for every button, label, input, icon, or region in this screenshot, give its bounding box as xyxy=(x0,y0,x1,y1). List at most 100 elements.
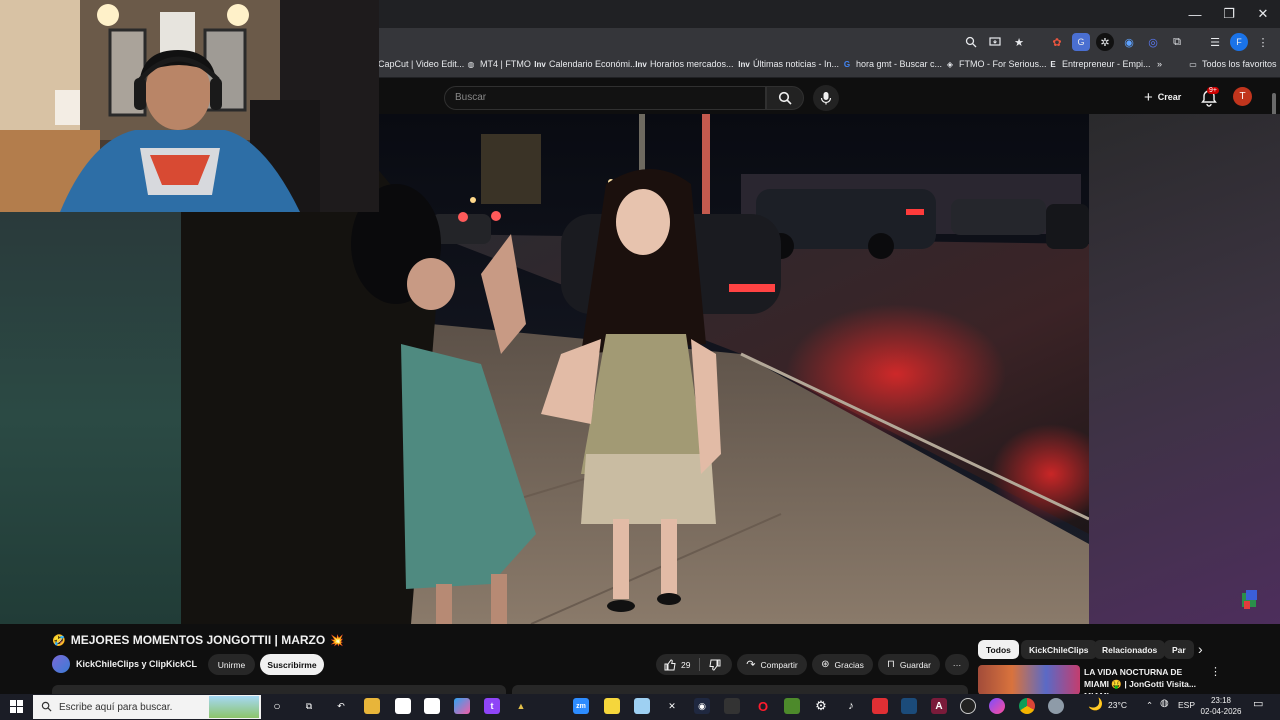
windows-start-icon[interactable] xyxy=(10,700,23,713)
channel-avatar[interactable] xyxy=(52,655,70,673)
inv-icon: Inv xyxy=(534,59,546,69)
all-favorites-folder[interactable]: ▭ Todos los favoritos xyxy=(1188,59,1276,69)
ftmo-icon: ◈ xyxy=(946,59,954,69)
google-icon: G xyxy=(843,59,851,69)
install-app-icon[interactable] xyxy=(986,33,1004,51)
bookmark-horarios[interactable]: Inv Horarios mercados... xyxy=(635,59,733,69)
account-avatar[interactable]: T xyxy=(1233,87,1252,106)
obs-icon[interactable] xyxy=(960,698,976,714)
search-highlight-icon xyxy=(209,696,259,718)
file-icon[interactable] xyxy=(395,698,411,714)
input-language[interactable]: ESP xyxy=(1178,700,1195,710)
profile-icon[interactable]: F xyxy=(1230,33,1248,51)
notification-center-icon[interactable]: ▭ xyxy=(1253,697,1263,710)
network-globe-icon[interactable]: ◍ xyxy=(1160,698,1169,709)
messenger-icon[interactable] xyxy=(989,698,1005,714)
weather-temperature[interactable]: 23°C xyxy=(1108,700,1127,710)
restore-button[interactable]: ❐ xyxy=(1212,0,1246,28)
sticky-notes-icon[interactable] xyxy=(604,698,620,714)
taskbar-app-icon[interactable] xyxy=(1048,698,1064,714)
capcut-icon[interactable]: ✕ xyxy=(664,698,680,714)
steam-icon[interactable] xyxy=(901,698,917,714)
bookmark-capcut[interactable]: CapCut | Video Edit... xyxy=(378,59,464,69)
extension-red-icon[interactable]: ✿ xyxy=(1048,33,1066,51)
extensions-puzzle-icon[interactable]: ⧉ xyxy=(1168,33,1186,51)
bookmark-mt4[interactable]: ◍ MT4 | FTMO xyxy=(466,59,531,69)
anydesk-icon[interactable] xyxy=(872,698,888,714)
clock-date: 02-04-2026 xyxy=(1200,707,1242,716)
minimize-button[interactable]: — xyxy=(1178,0,1212,28)
zoom-icon[interactable] xyxy=(962,33,980,51)
notes-icon[interactable] xyxy=(634,698,650,714)
taskbar-search-box[interactable]: Escribe aquí para buscar. xyxy=(33,695,261,719)
reading-list-icon[interactable]: ☰ xyxy=(1206,33,1224,51)
twitch-icon[interactable]: t xyxy=(484,698,500,714)
copilot-icon[interactable] xyxy=(454,698,470,714)
tray-chevron-icon[interactable]: ⌃ xyxy=(1146,700,1153,711)
like-icon[interactable] xyxy=(664,658,676,671)
chrome-icon[interactable] xyxy=(1019,698,1035,714)
more-actions-button[interactable]: ··· xyxy=(945,654,969,675)
bookmark-hora-gmt[interactable]: Ghora gmt - Buscar c... xyxy=(842,59,942,69)
create-button[interactable]: + Crear xyxy=(1136,86,1189,108)
notification-count-badge: 9+ xyxy=(1207,87,1219,94)
join-button[interactable]: Unirme xyxy=(208,654,255,675)
vpn-icon[interactable]: ◉ xyxy=(694,698,710,714)
search-button[interactable] xyxy=(766,86,804,110)
subscribe-button[interactable]: Suscribirme xyxy=(260,654,324,675)
recommendation-thumbnail[interactable] xyxy=(978,665,1080,695)
bookmark-entrepreneur[interactable]: E Entrepreneur - Empi... xyxy=(1048,59,1150,69)
extension-circle-icon[interactable]: ◎ xyxy=(1144,33,1162,51)
vortex-icon[interactable]: ▲ xyxy=(513,698,529,714)
miniplayer-logo-icon[interactable] xyxy=(1241,589,1258,611)
back-app-icon[interactable]: ↶ xyxy=(333,698,349,714)
dislike-icon[interactable] xyxy=(709,659,721,671)
weather-moon-icon[interactable]: 🌙 xyxy=(1088,697,1103,711)
webcam-feed xyxy=(0,0,379,212)
settings-gear-icon[interactable]: ⚙ xyxy=(813,698,829,714)
entrepreneur-icon: E xyxy=(1050,59,1056,69)
search-placeholder: Buscar xyxy=(455,92,487,103)
thanks-button[interactable]: ⊛ Gracias xyxy=(812,654,873,675)
close-button[interactable]: ✕ xyxy=(1246,0,1280,28)
save-button[interactable]: ⊓ Guardar xyxy=(878,654,940,675)
chip-kickchileclips[interactable]: KickChileClips xyxy=(1021,640,1097,659)
microphone-icon xyxy=(820,92,832,105)
bookmark-noticias[interactable]: Inv Últimas noticias - In... xyxy=(738,59,839,69)
chips-next-button[interactable]: › xyxy=(1198,641,1203,657)
translate-icon[interactable]: G xyxy=(1072,33,1090,51)
window-controls: — ❐ ✕ xyxy=(1178,0,1280,28)
thanks-icon: ⊛ xyxy=(821,659,830,670)
recommendation-menu-icon[interactable]: ⋮ xyxy=(1210,665,1221,678)
cortana-icon[interactable]: ○ xyxy=(269,698,285,714)
taskbar-search-placeholder: Escribe aquí para buscar. xyxy=(59,701,173,713)
chrome-menu-icon[interactable]: ⋮ xyxy=(1254,33,1272,51)
bookmark-ftmo[interactable]: ◈ FTMO - For Serious... xyxy=(945,59,1047,69)
folder-icon: ▭ xyxy=(1189,59,1197,69)
zoom-app-icon[interactable]: zm xyxy=(573,698,589,714)
document-icon[interactable] xyxy=(424,698,440,714)
like-count: 29 xyxy=(681,659,691,670)
share-button[interactable]: ↷ Compartir xyxy=(737,654,807,675)
app-icon[interactable] xyxy=(724,698,740,714)
extension-dark-icon[interactable]: ✲ xyxy=(1096,33,1114,51)
screen: — ❐ ✕ ★ ✿ G ✲ ◉ ◎ ⧉ ☰ F ⋮ CapCut | Video… xyxy=(0,0,1280,720)
more-bookmarks-button[interactable]: » xyxy=(1157,59,1162,69)
clock-time: 23:18 xyxy=(1210,696,1232,705)
channel-name[interactable]: KickChileClips y ClipKickCL xyxy=(76,659,197,669)
taskbar-clock[interactable]: 23:18 02-04-2026 xyxy=(1196,695,1246,717)
search-input[interactable]: Buscar xyxy=(444,86,766,110)
chip-todos[interactable]: Todos xyxy=(978,640,1019,659)
bookmark-star-icon[interactable]: ★ xyxy=(1010,33,1028,51)
bookmark-calendario[interactable]: Inv Calendario Económi... xyxy=(534,59,637,69)
affinity-icon[interactable]: A xyxy=(931,698,947,714)
chip-para-ti[interactable]: Par xyxy=(1164,640,1194,659)
opera-icon[interactable]: O xyxy=(755,698,771,714)
minecraft-icon[interactable] xyxy=(784,698,800,714)
file-explorer-icon[interactable] xyxy=(364,698,380,714)
chip-relacionados[interactable]: Relacionados xyxy=(1094,640,1166,659)
tiktok-icon[interactable]: ♪ xyxy=(843,698,859,714)
task-view-icon[interactable]: ⧉ xyxy=(301,698,317,714)
voice-search-button[interactable] xyxy=(813,85,839,111)
extension-blue-icon[interactable]: ◉ xyxy=(1120,33,1138,51)
